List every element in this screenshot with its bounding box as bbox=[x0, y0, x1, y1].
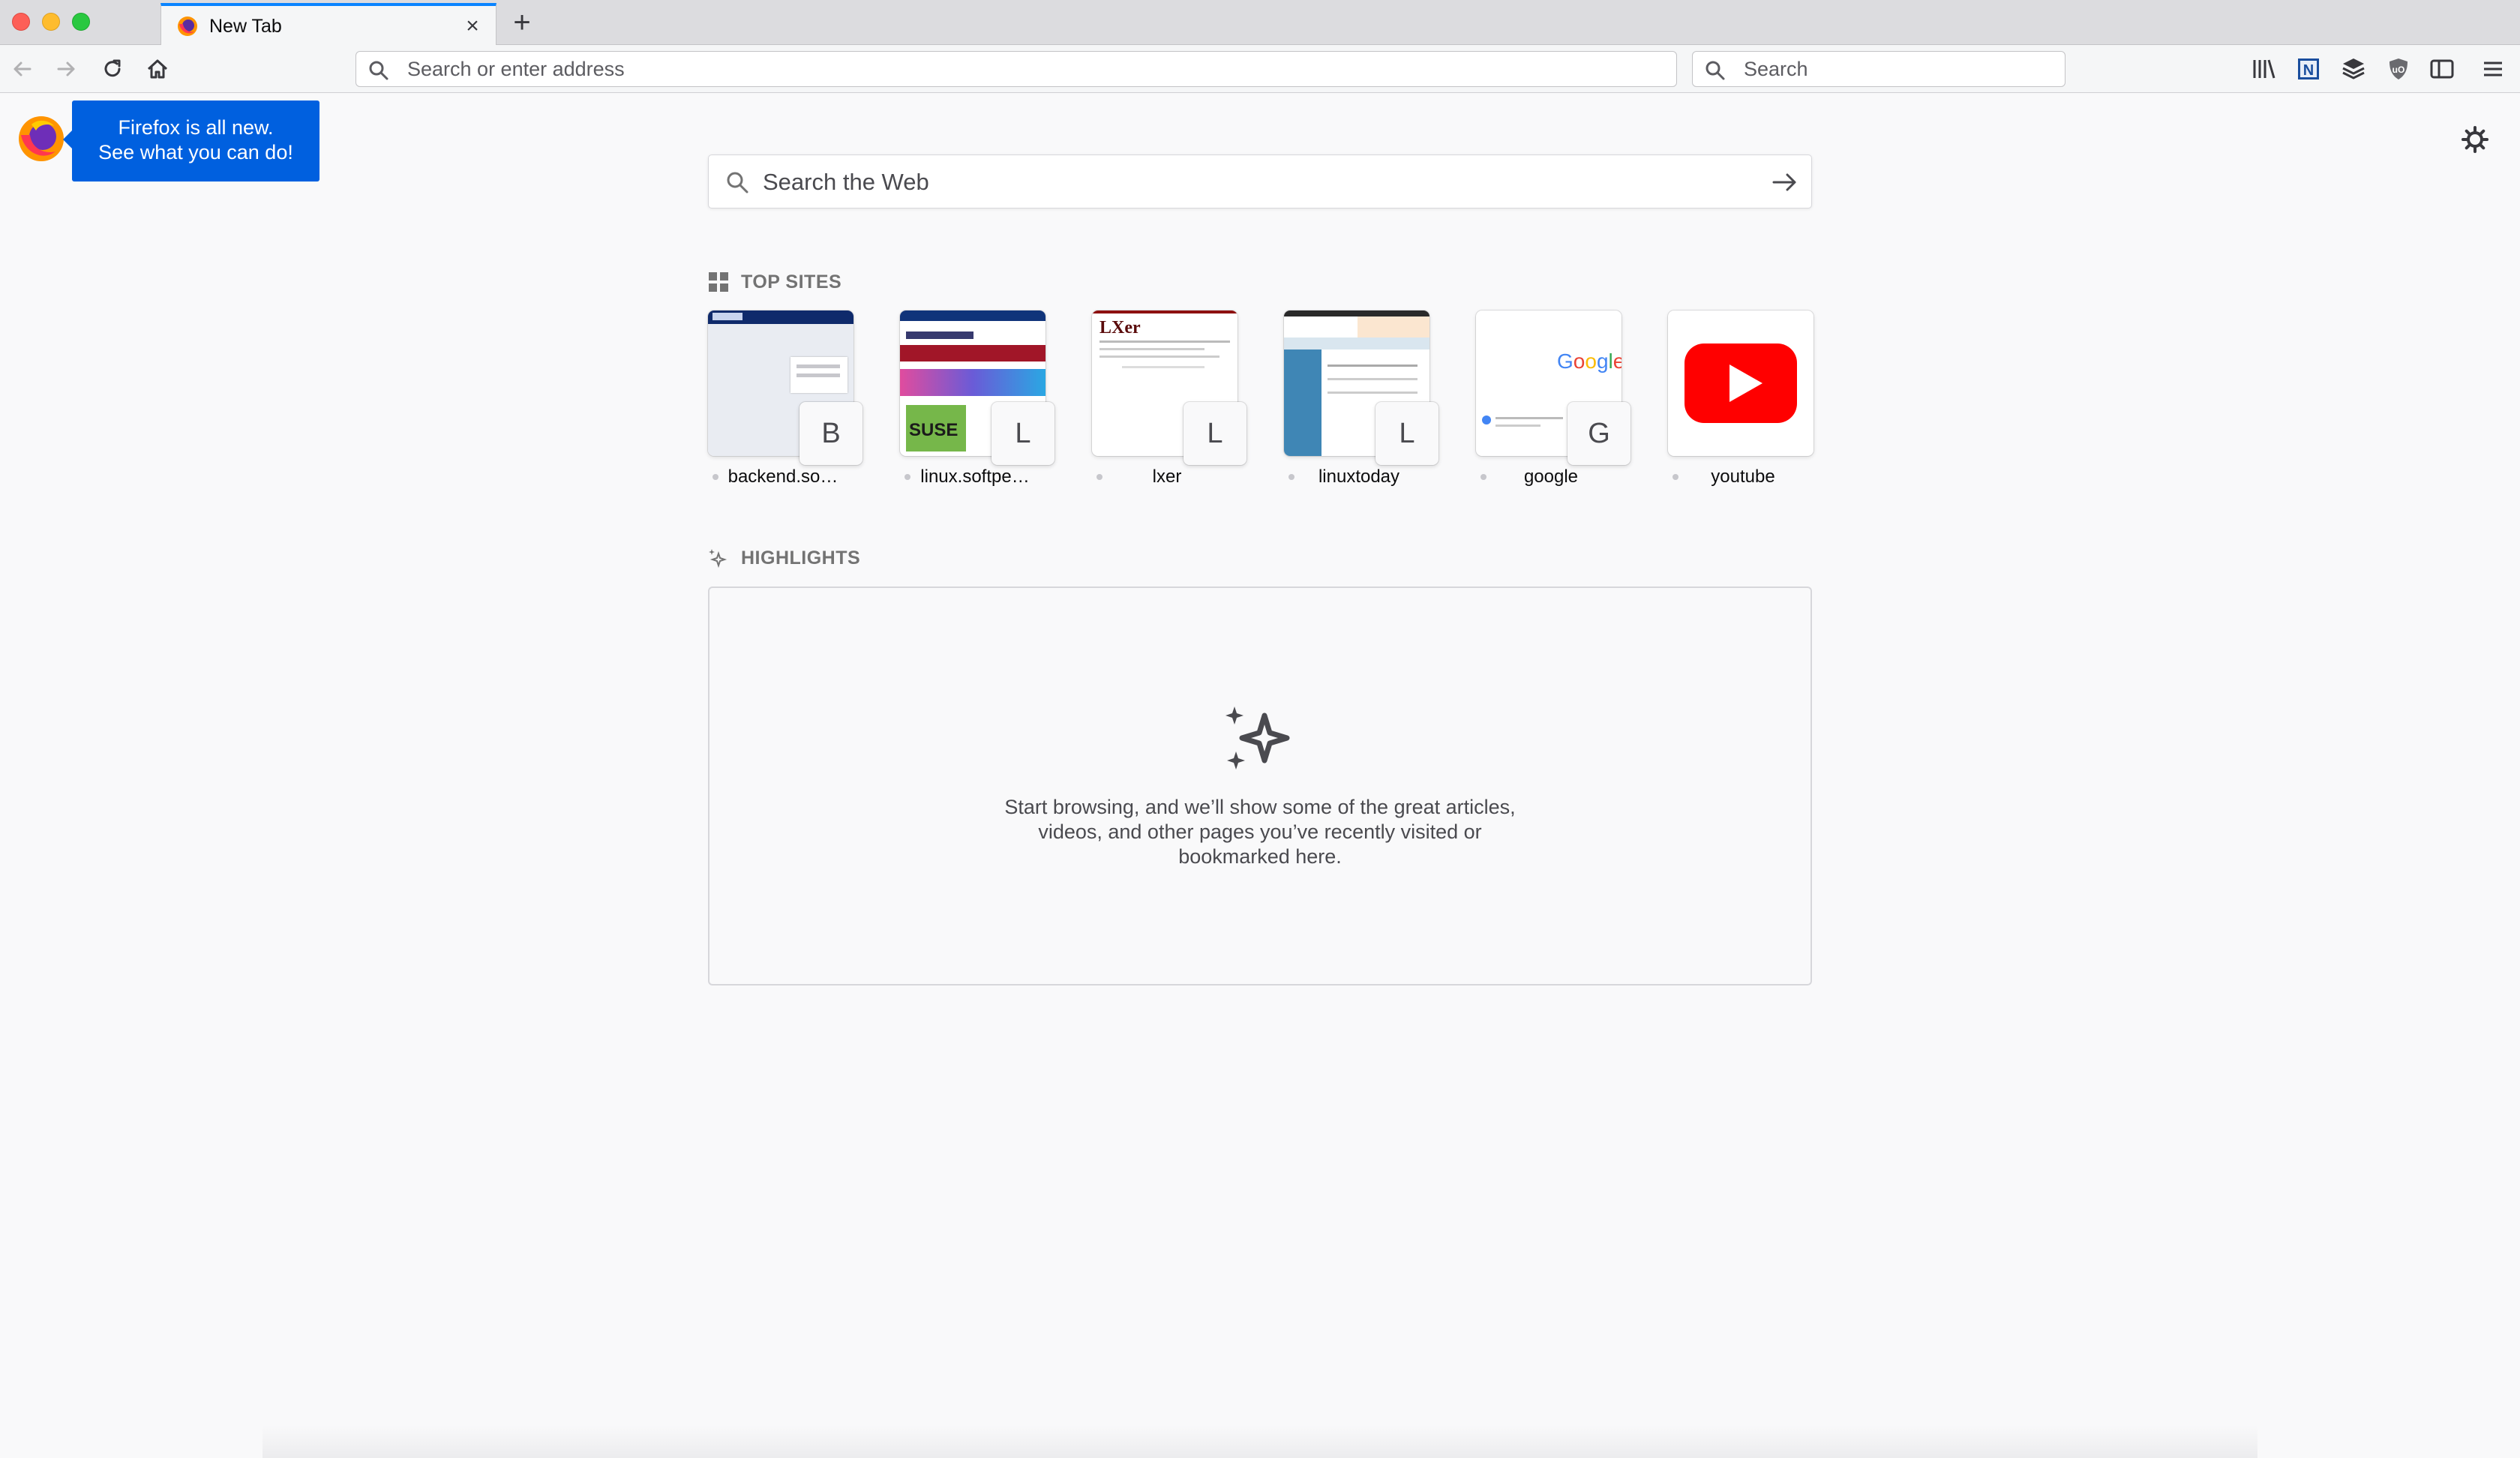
highlights-empty-state bbox=[708, 586, 1812, 986]
site-label: youtube bbox=[1711, 466, 1775, 487]
svg-text:uO: uO bbox=[2392, 64, 2405, 75]
whats-new-line1: Firefox is all new. bbox=[118, 116, 274, 139]
page-bottom-edge bbox=[262, 1425, 2258, 1458]
site-label: lxer bbox=[1152, 466, 1182, 487]
search-icon bbox=[727, 172, 748, 194]
library-icon[interactable] bbox=[2248, 54, 2278, 84]
top-site-tile[interactable]: Google G google bbox=[1476, 310, 1630, 490]
shield-icon[interactable]: uO bbox=[2384, 54, 2414, 84]
close-tab-icon[interactable]: × bbox=[461, 15, 484, 38]
address-input[interactable] bbox=[406, 56, 1651, 82]
back-icon[interactable] bbox=[8, 54, 38, 84]
tab-new-tab[interactable]: New Tab × bbox=[160, 3, 496, 46]
highlights-empty-message: Start browsing, and we’ll show some of t… bbox=[1004, 796, 1516, 868]
address-bar[interactable] bbox=[356, 51, 1677, 87]
site-letter-badge: L bbox=[1376, 402, 1438, 465]
stack-icon[interactable] bbox=[2338, 54, 2368, 84]
whats-new-line2: See what you can do! bbox=[98, 141, 293, 164]
web-search-box[interactable] bbox=[708, 154, 1812, 208]
search-bar[interactable] bbox=[1692, 51, 2066, 87]
site-letter-badge: B bbox=[800, 402, 862, 465]
navigation-toolbar: N uO bbox=[0, 45, 2520, 93]
site-thumbnail bbox=[1668, 310, 1814, 456]
site-label: backend.so… bbox=[728, 466, 838, 487]
news-extension-icon[interactable]: N bbox=[2294, 54, 2324, 84]
arrow-right-icon[interactable] bbox=[1769, 167, 1799, 197]
tab-title: New Tab bbox=[209, 16, 282, 37]
search-icon bbox=[1706, 61, 1725, 80]
top-sites-title[interactable]: TOP SITES bbox=[741, 272, 842, 293]
search-icon bbox=[369, 61, 388, 80]
sidebar-icon[interactable] bbox=[2427, 54, 2457, 84]
top-site-tile[interactable]: B backend.so… bbox=[708, 310, 862, 490]
minimize-window-button[interactable] bbox=[42, 13, 60, 31]
svg-text:N: N bbox=[2303, 62, 2314, 79]
top-site-tile[interactable]: youtube bbox=[1668, 310, 1814, 490]
top-site-tile[interactable]: LXer L lxer bbox=[1092, 310, 1246, 490]
site-letter-badge: L bbox=[992, 402, 1054, 465]
reload-icon[interactable] bbox=[98, 54, 128, 84]
zoom-window-button[interactable] bbox=[72, 13, 90, 31]
forward-icon[interactable] bbox=[51, 54, 81, 84]
youtube-icon bbox=[1684, 344, 1797, 423]
home-icon[interactable] bbox=[142, 54, 172, 84]
firefox-icon bbox=[178, 16, 197, 36]
grid-icon bbox=[709, 272, 728, 292]
web-search-input[interactable] bbox=[761, 167, 1736, 197]
firefox-logo-icon[interactable] bbox=[16, 114, 66, 164]
sparkle-icon bbox=[1226, 706, 1290, 770]
site-letter-badge: L bbox=[1184, 402, 1246, 465]
site-label: linux.softpe… bbox=[920, 466, 1030, 487]
site-letter-badge: G bbox=[1568, 402, 1630, 465]
top-site-tile[interactable]: L linuxtoday bbox=[1284, 310, 1438, 490]
search-input[interactable] bbox=[1742, 56, 2050, 82]
browser-window: New Tab × + Search or enter address Sear… bbox=[0, 0, 2520, 1458]
site-label: linuxtoday bbox=[1318, 466, 1400, 487]
hamburger-menu-icon[interactable] bbox=[2478, 54, 2508, 84]
whats-new-callout[interactable]: Firefox is all new. See what you can do! bbox=[63, 100, 320, 182]
top-site-tile[interactable]: SUSE L linux.softpe… bbox=[900, 310, 1054, 490]
highlights-title[interactable]: HIGHLIGHTS bbox=[741, 548, 860, 569]
close-window-button[interactable] bbox=[12, 13, 30, 31]
site-label: google bbox=[1523, 466, 1579, 487]
sparkle-icon bbox=[709, 549, 728, 568]
tab-strip: New Tab × + bbox=[0, 0, 2520, 46]
new-tab-button[interactable]: + bbox=[507, 6, 537, 39]
gear-icon[interactable] bbox=[2460, 124, 2490, 154]
